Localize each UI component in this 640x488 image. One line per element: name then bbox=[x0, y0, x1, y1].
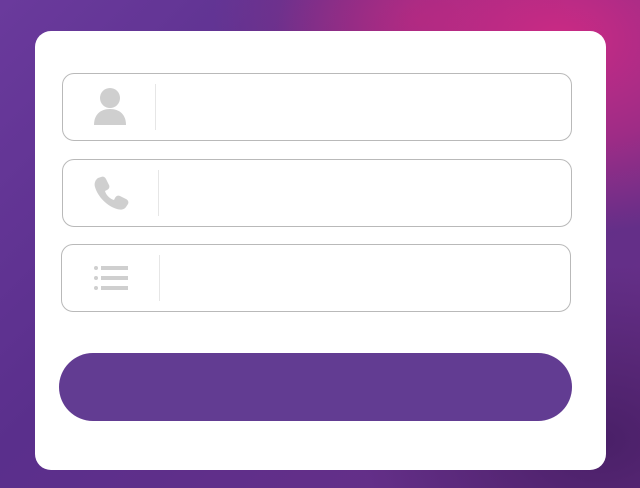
phone-input[interactable] bbox=[169, 160, 559, 228]
form-card bbox=[35, 31, 606, 470]
details-field-icon-area bbox=[62, 245, 159, 311]
details-field bbox=[61, 244, 571, 313]
details-input[interactable] bbox=[170, 245, 558, 313]
phone-field-icon-area bbox=[63, 160, 158, 226]
phone-icon bbox=[94, 176, 128, 210]
field-divider bbox=[159, 255, 160, 301]
submit-button[interactable] bbox=[59, 353, 572, 421]
name-field-icon-area bbox=[63, 74, 156, 140]
field-divider bbox=[155, 84, 156, 130]
user-icon bbox=[93, 88, 126, 125]
phone-field bbox=[62, 159, 572, 228]
list-icon bbox=[93, 266, 128, 290]
field-divider bbox=[158, 170, 159, 216]
name-field bbox=[62, 73, 572, 142]
name-input[interactable] bbox=[167, 74, 559, 142]
